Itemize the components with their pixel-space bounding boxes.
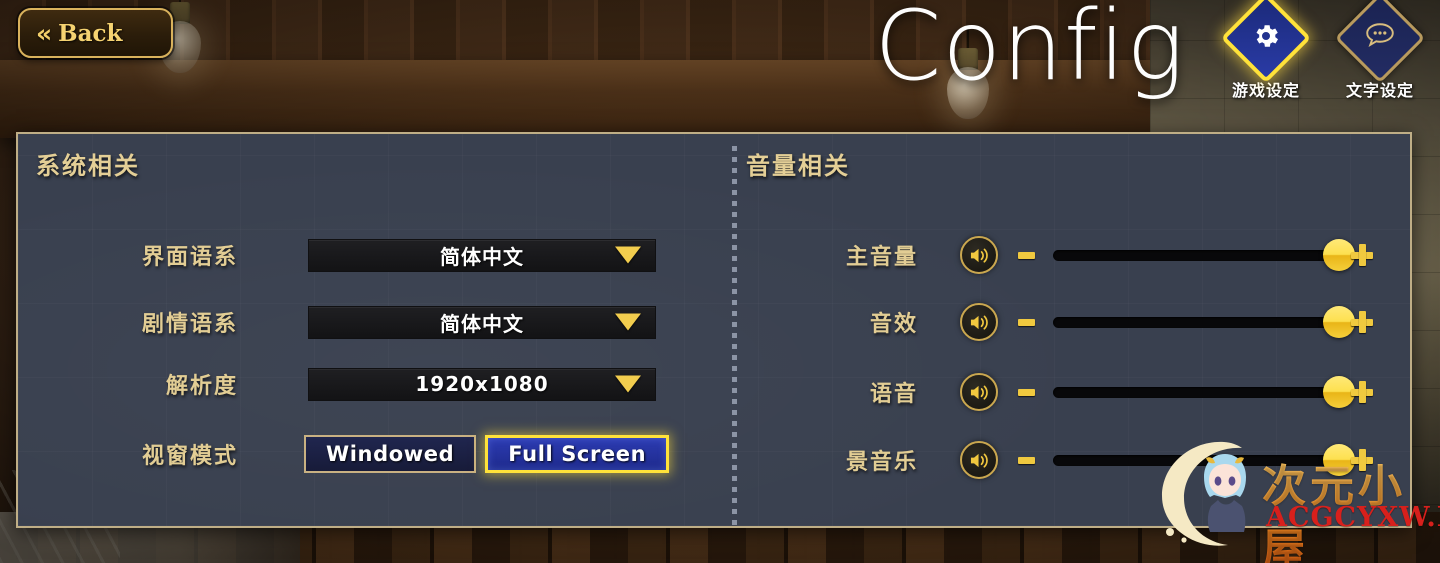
system-section-title: 系统相关 xyxy=(36,152,140,180)
row-story-language: 剧情语系 简体中文 xyxy=(18,301,718,343)
master-volume-decrease-button[interactable] xyxy=(1018,251,1035,259)
ui-language-dropdown[interactable]: 简体中文 xyxy=(308,238,656,272)
settings-tabs: 游戏设定 文字设定 xyxy=(1214,0,1432,101)
resolution-dropdown[interactable]: 1920x1080 xyxy=(308,367,656,401)
row-window-mode-label: 视窗模式 xyxy=(141,444,238,469)
back-button[interactable]: « Back xyxy=(18,8,173,58)
resolution-value: 1920x1080 xyxy=(415,372,549,396)
bgm-volume-decrease-button[interactable] xyxy=(1018,456,1035,464)
row-ui-language-label: 界面语系 xyxy=(141,245,238,270)
speech-bubble-icon xyxy=(1364,21,1396,55)
settings-panel: 系统相关 界面语系 简体中文 剧情语系 简体中文 解析度 1920x1080 视… xyxy=(16,132,1412,528)
tab-game-settings[interactable]: 游戏设定 xyxy=(1214,0,1318,101)
row-resolution-label: 解析度 xyxy=(165,374,238,399)
row-sfx-volume-label: 音效 xyxy=(869,312,918,337)
double-chevron-left-icon: « xyxy=(36,18,52,48)
tab-text-settings[interactable]: 文字设定 xyxy=(1328,0,1432,101)
tab-game-settings-diamond xyxy=(1220,0,1312,84)
story-language-value: 简体中文 xyxy=(440,311,524,336)
speaker-icon[interactable] xyxy=(960,373,998,411)
speaker-icon[interactable] xyxy=(960,303,998,341)
chevron-down-icon xyxy=(615,246,641,264)
row-master-volume: 主音量 xyxy=(718,234,1410,276)
row-ui-language: 界面语系 简体中文 xyxy=(18,234,718,276)
master-volume-increase-button[interactable] xyxy=(1351,244,1373,266)
sfx-volume-slider[interactable] xyxy=(1053,306,1355,338)
volume-settings-column: 音量相关 主音量 音效 语音 景音乐 xyxy=(718,134,1410,526)
voice-volume-decrease-button[interactable] xyxy=(1018,388,1035,396)
row-story-language-label: 剧情语系 xyxy=(141,312,238,337)
row-voice-volume: 语音 xyxy=(718,371,1410,413)
gear-icon xyxy=(1251,21,1281,55)
master-volume-slider[interactable] xyxy=(1053,239,1355,271)
speaker-icon[interactable] xyxy=(960,441,998,479)
row-window-mode: 视窗模式 Windowed Full Screen xyxy=(18,433,718,475)
volume-section-title: 音量相关 xyxy=(746,152,850,180)
game-config-screen: « Back Config 游戏设定 文字设定 系统相关 界面语系 简体中文 剧… xyxy=(0,0,1440,563)
row-resolution: 解析度 1920x1080 xyxy=(18,363,718,405)
row-voice-volume-label: 语音 xyxy=(869,382,918,407)
sfx-volume-increase-button[interactable] xyxy=(1351,311,1373,333)
system-settings-column: 系统相关 界面语系 简体中文 剧情语系 简体中文 解析度 1920x1080 视… xyxy=(18,134,718,526)
row-bgm-volume-label: 景音乐 xyxy=(845,450,918,475)
voice-volume-increase-button[interactable] xyxy=(1351,381,1373,403)
sfx-volume-decrease-button[interactable] xyxy=(1018,318,1035,326)
chevron-down-icon xyxy=(615,375,641,393)
fullscreen-button[interactable]: Full Screen xyxy=(485,435,670,473)
row-master-volume-label: 主音量 xyxy=(845,245,918,270)
window-mode-segmented-control: Windowed Full Screen xyxy=(304,435,670,473)
windowed-button[interactable]: Windowed xyxy=(304,435,477,473)
page-title: Config xyxy=(874,0,1185,102)
row-sfx-volume: 音效 xyxy=(718,301,1410,343)
tab-text-settings-diamond xyxy=(1334,0,1426,84)
story-language-dropdown[interactable]: 简体中文 xyxy=(308,305,656,339)
row-bgm-volume: 景音乐 xyxy=(718,439,1410,481)
bgm-volume-increase-button[interactable] xyxy=(1351,449,1373,471)
back-button-label: Back xyxy=(58,19,123,47)
voice-volume-slider[interactable] xyxy=(1053,376,1355,408)
speaker-icon[interactable] xyxy=(960,236,998,274)
chevron-down-icon xyxy=(615,313,641,331)
ui-language-value: 简体中文 xyxy=(440,244,524,269)
bgm-volume-slider[interactable] xyxy=(1053,444,1355,476)
